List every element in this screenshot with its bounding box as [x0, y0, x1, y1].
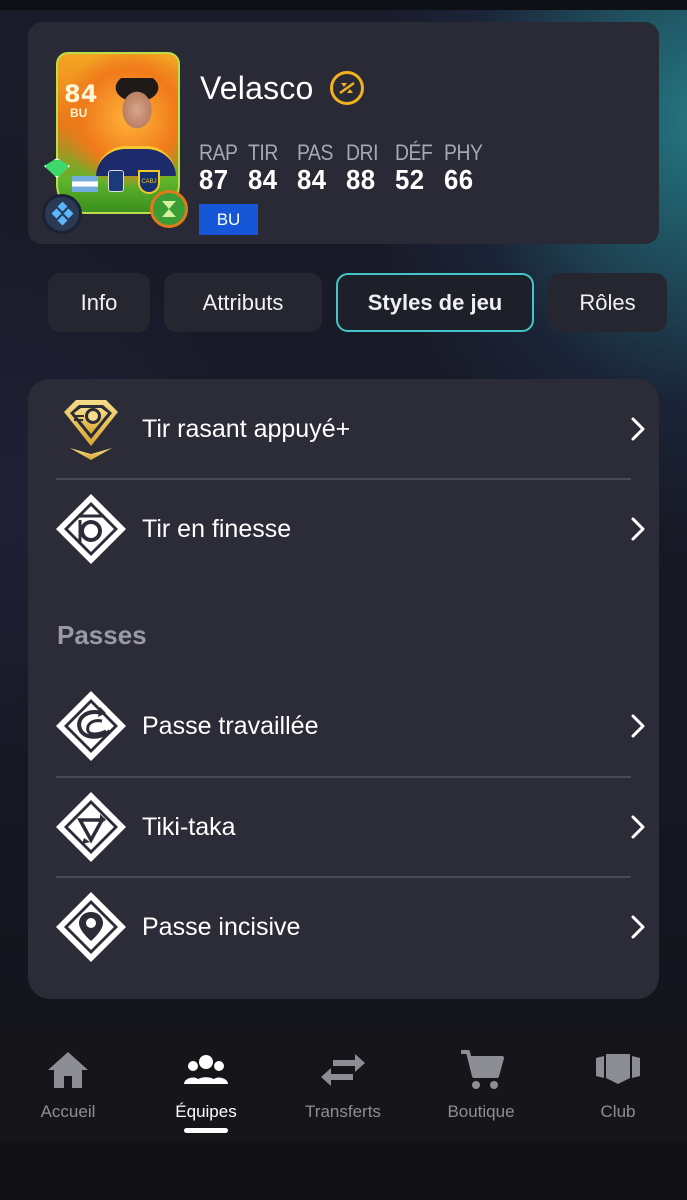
stat-label: RAP: [199, 140, 238, 165]
cart-icon: [461, 1050, 504, 1089]
playstyle-label: Passe travaillée: [142, 711, 319, 740]
pinged-pass-icon: [56, 892, 126, 962]
stat-tir: TIR 84: [248, 140, 297, 196]
tab-roles[interactable]: Rôles: [548, 273, 667, 332]
nav-label: Boutique: [447, 1102, 515, 1121]
stat-dri: DRI 88: [346, 140, 395, 196]
status-bar-strip: [0, 0, 687, 10]
stat-def: DÉF 52: [395, 140, 444, 196]
section-title-passes: Passes: [57, 620, 147, 650]
nation-flag-icon: [72, 176, 98, 192]
playstyle-label: Tir en finesse: [142, 514, 292, 543]
transfer-icon: [321, 1054, 365, 1086]
chevron-right-icon: [631, 815, 645, 839]
chevron-right-icon: [631, 915, 645, 939]
stat-label: TIR: [248, 140, 278, 165]
card-rating: 84: [64, 80, 98, 108]
low-driven-shot-plus-icon: [64, 400, 118, 460]
tab-info[interactable]: Info: [48, 273, 150, 332]
card-position: BU: [70, 106, 88, 120]
stat-value: 52: [395, 164, 425, 195]
tab-attributs[interactable]: Attributs: [164, 273, 322, 332]
stat-label: DRI: [346, 140, 379, 165]
stat-label: PHY: [444, 140, 483, 165]
active-indicator: [184, 1128, 228, 1133]
club-badge-icon: CABJ: [138, 170, 160, 194]
stat-label: PAS: [297, 140, 333, 165]
home-icon: [48, 1052, 88, 1088]
nav-transferts[interactable]: Transferts: [283, 1028, 403, 1141]
stat-phy: PHY 66: [444, 140, 493, 196]
playstyle-row[interactable]: Tiki-taka: [56, 777, 659, 877]
chevron-right-icon: [631, 517, 645, 541]
stat-value: 84: [248, 164, 278, 195]
bottom-navigation: Accueil Équipes Transferts Boutique Club: [0, 1028, 687, 1141]
nav-label: Transferts: [305, 1102, 381, 1121]
nav-label: Accueil: [40, 1102, 96, 1121]
chevron-right-icon: [631, 714, 645, 738]
evolution-icon[interactable]: [330, 71, 364, 105]
stat-value: 84: [297, 164, 327, 195]
player-name: Velasco: [200, 70, 314, 106]
playstyle-label: Passe incisive: [142, 912, 301, 941]
finesse-shot-icon: [56, 494, 126, 564]
position-pill: BU: [199, 204, 258, 235]
team-icon: [184, 1055, 228, 1084]
nav-label: Club: [600, 1102, 636, 1121]
playstyle-row[interactable]: Tir rasant appuyé+: [56, 379, 659, 479]
stat-value: 87: [199, 164, 229, 195]
playstyle-row[interactable]: Passe travaillée: [56, 676, 659, 776]
diamond-cluster-icon: [51, 202, 74, 226]
chevron-right-icon: [631, 417, 645, 441]
incisive-pass-curve-icon: [56, 691, 126, 761]
stat-value: 88: [346, 164, 376, 195]
tiki-taka-icon: [56, 792, 126, 862]
nav-club[interactable]: Club: [558, 1028, 678, 1141]
stat-label: DÉF: [395, 140, 433, 165]
club-badge-text: CABJ: [141, 179, 157, 185]
nav-boutique[interactable]: Boutique: [421, 1028, 541, 1141]
nav-equipes[interactable]: Équipes: [146, 1028, 266, 1141]
role-badge-icon: [42, 194, 82, 234]
playstyle-row[interactable]: Passe incisive: [56, 877, 659, 977]
nav-accueil[interactable]: Accueil: [8, 1028, 128, 1141]
player-stats: RAP 87 TIR 84 PAS 84 DRI 88 DÉF 52 PHY 6…: [199, 140, 493, 196]
evolution-badge-icon: [150, 190, 188, 228]
system-gesture-area: [0, 1141, 687, 1200]
playstyle-label: Tir rasant appuyé+: [142, 414, 351, 443]
playstyle-label: Tiki-taka: [142, 812, 236, 841]
stat-rap: RAP 87: [199, 140, 248, 196]
tab-styles-de-jeu[interactable]: Styles de jeu: [336, 273, 534, 332]
club-icon: [596, 1054, 640, 1084]
playstyle-row[interactable]: Tir en finesse: [56, 479, 659, 579]
nav-label: Équipes: [175, 1102, 237, 1121]
stat-pas: PAS 84: [297, 140, 346, 196]
stat-value: 66: [444, 164, 474, 195]
league-badge-icon: [108, 170, 124, 192]
player-item-card: 84 BU CABJ: [56, 52, 180, 214]
